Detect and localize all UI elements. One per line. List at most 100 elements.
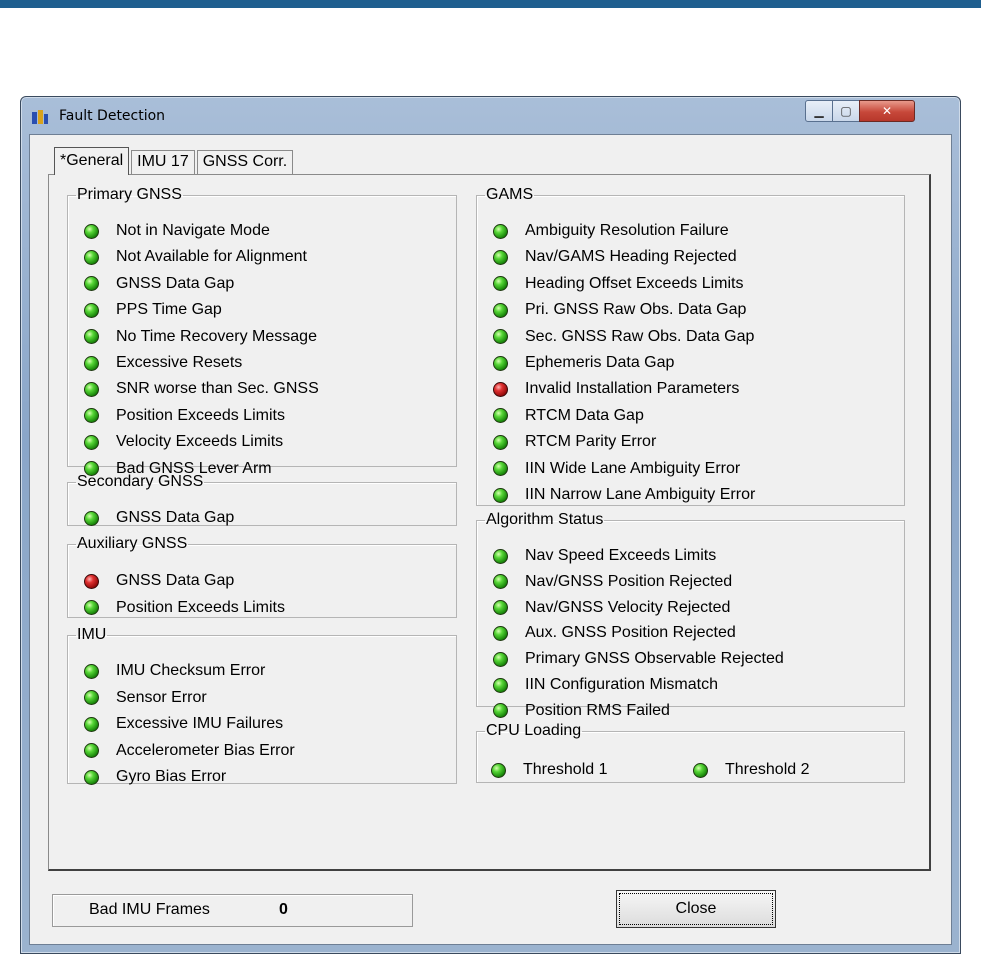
status-item-label: IIN Configuration Mismatch — [525, 676, 718, 693]
tab-strip: *General IMU 17 GNSS Corr. — [54, 147, 295, 175]
ok-indicator-icon — [493, 223, 508, 239]
bad-imu-frames-value: 0 — [279, 901, 288, 918]
status-item-label: Threshold 1 — [523, 761, 608, 778]
ok-indicator-icon — [84, 510, 99, 526]
status-item-label: GNSS Data Gap — [116, 274, 235, 292]
status-item-label: Gyro Bias Error — [116, 768, 227, 785]
status-item: IMU Checksum Error — [84, 659, 265, 683]
maximize-button[interactable]: ▢ — [832, 100, 860, 122]
status-item-label: Primary GNSS Observable Rejected — [525, 650, 784, 668]
status-item: Velocity Exceeds Limits — [84, 430, 283, 454]
status-item-label: Pri. GNSS Raw Obs. Data Gap — [525, 301, 747, 319]
status-item: Invalid Installation Parameters — [493, 377, 739, 401]
status-item: IIN Narrow Lane Ambiguity Error — [493, 483, 755, 507]
auxiliary-gnss-group: Auxiliary GNSS GNSS Data Gap Position Exc… — [67, 536, 457, 618]
ok-indicator-icon — [84, 329, 99, 345]
ok-indicator-icon — [493, 600, 508, 616]
ok-indicator-icon — [493, 276, 508, 292]
ok-indicator-icon — [493, 677, 508, 693]
status-item-label: Position RMS Failed — [525, 701, 670, 719]
title-bar[interactable]: Fault Detection ▁ ▢ ✕ — [21, 97, 960, 135]
status-item-label: IIN Narrow Lane Ambiguity Error — [525, 486, 756, 503]
status-item-label: Excessive IMU Failures — [116, 715, 284, 732]
status-item: PPS Time Gap — [84, 298, 222, 322]
status-item-label: Threshold 2 — [725, 761, 810, 778]
primary-gnss-group: Primary GNSS Not in Navigate Mode Not Ava… — [67, 187, 457, 477]
status-item: Not Available for Alignment — [84, 245, 307, 269]
tab-imu-17[interactable]: IMU 17 — [131, 150, 195, 175]
status-item-label: Invalid Installation Parameters — [525, 380, 740, 398]
status-item: Primary GNSS Observable Rejected — [493, 647, 784, 671]
status-item: Position RMS Failed — [493, 699, 670, 723]
status-item: Threshold 1 — [491, 758, 608, 782]
status-item: Sec. GNSS Raw Obs. Data Gap — [493, 325, 754, 349]
client-area: *General IMU 17 GNSS Corr. Primary GNSS … — [29, 134, 952, 945]
status-item: Excessive Resets — [84, 351, 242, 375]
app-icon — [32, 110, 48, 124]
algorithm-status-group: Algorithm Status Nav Speed Exceeds Limit… — [476, 511, 905, 719]
status-item: IIN Configuration Mismatch — [493, 673, 718, 697]
status-item: Excessive IMU Failures — [84, 712, 283, 736]
status-item-label: Ambiguity Resolution Failure — [525, 222, 729, 239]
ok-indicator-icon — [84, 381, 99, 397]
status-item-label: Nav Speed Exceeds Limits — [525, 547, 717, 564]
status-item: Nav Speed Exceeds Limits — [493, 544, 716, 568]
secondary-gnss-group: Secondary GNSS GNSS Data Gap — [67, 474, 457, 526]
status-item-label: Nav/GAMS Heading Rejected — [525, 248, 737, 266]
status-item: Position Exceeds Limits — [84, 596, 285, 620]
ok-indicator-icon — [493, 302, 508, 318]
ok-indicator-icon — [84, 600, 99, 615]
ok-indicator-icon — [84, 769, 99, 785]
tab-gnss-corr[interactable]: GNSS Corr. — [196, 150, 294, 175]
status-item: RTCM Parity Error — [493, 430, 656, 454]
fault-indicator-icon — [493, 381, 508, 397]
ok-indicator-icon — [493, 461, 508, 477]
ok-indicator-icon — [84, 434, 99, 450]
status-item-label: Position Exceeds Limits — [116, 406, 285, 424]
imu-group: IMU IMU Checksum Error Sensor Error Excess… — [67, 626, 457, 785]
ok-indicator-icon — [493, 487, 508, 503]
status-item-label: GNSS Data Gap — [116, 509, 235, 526]
gams-group: GAMS Ambiguity Resolution Failure Nav/GAM… — [476, 187, 905, 506]
status-item: Nav/GNSS Velocity Rejected — [493, 596, 730, 620]
ok-indicator-icon — [493, 408, 508, 424]
group-title: IMU — [77, 626, 107, 643]
status-item: Not in Navigate Mode — [84, 219, 270, 243]
status-item: GNSS Data Gap — [84, 569, 234, 593]
top-accent-bar — [0, 0, 981, 8]
ok-indicator-icon — [493, 434, 508, 450]
status-item: IIN Wide Lane Ambiguity Error — [493, 457, 740, 481]
ok-indicator-icon — [84, 355, 99, 371]
status-item: GNSS Data Gap — [84, 506, 234, 530]
ok-indicator-icon — [84, 663, 99, 679]
status-item: Nav/GAMS Heading Rejected — [493, 245, 737, 269]
status-item-label: RTCM Parity Error — [525, 433, 657, 451]
status-item-label: Heading Offset Exceeds Limits — [525, 274, 744, 292]
status-item: Gyro Bias Error — [84, 765, 226, 789]
ok-indicator-icon — [493, 249, 508, 265]
status-item: Pri. GNSS Raw Obs. Data Gap — [493, 298, 746, 322]
ok-indicator-icon — [84, 690, 99, 705]
bad-imu-frames-box: Bad IMU Frames 0 — [52, 894, 413, 927]
status-item-label: Ephemeris Data Gap — [525, 354, 675, 371]
status-item-label: Nav/GNSS Position Rejected — [525, 572, 733, 590]
ok-indicator-icon — [493, 651, 508, 667]
tab-general[interactable]: *General — [54, 147, 130, 175]
fault-indicator-icon — [84, 573, 99, 589]
status-item-label: IIN Wide Lane Ambiguity Error — [525, 459, 741, 477]
ok-indicator-icon — [84, 743, 99, 758]
ok-indicator-icon — [491, 762, 506, 778]
status-item: Ambiguity Resolution Failure — [493, 219, 729, 243]
minimize-button[interactable]: ▁ — [805, 100, 833, 122]
group-title: GAMS — [486, 186, 534, 203]
ok-indicator-icon — [84, 276, 99, 292]
status-item-label: No Time Recovery Message — [116, 327, 317, 345]
status-item-label: SNR worse than Sec. GNSS — [116, 380, 319, 398]
ok-indicator-icon — [493, 329, 508, 345]
status-item: GNSS Data Gap — [84, 272, 234, 296]
status-item-label: Sensor Error — [116, 688, 207, 706]
close-button[interactable]: Close — [616, 890, 776, 928]
close-window-button[interactable]: ✕ — [859, 100, 915, 122]
group-title: Algorithm Status — [486, 511, 604, 528]
status-item: RTCM Data Gap — [493, 404, 644, 428]
